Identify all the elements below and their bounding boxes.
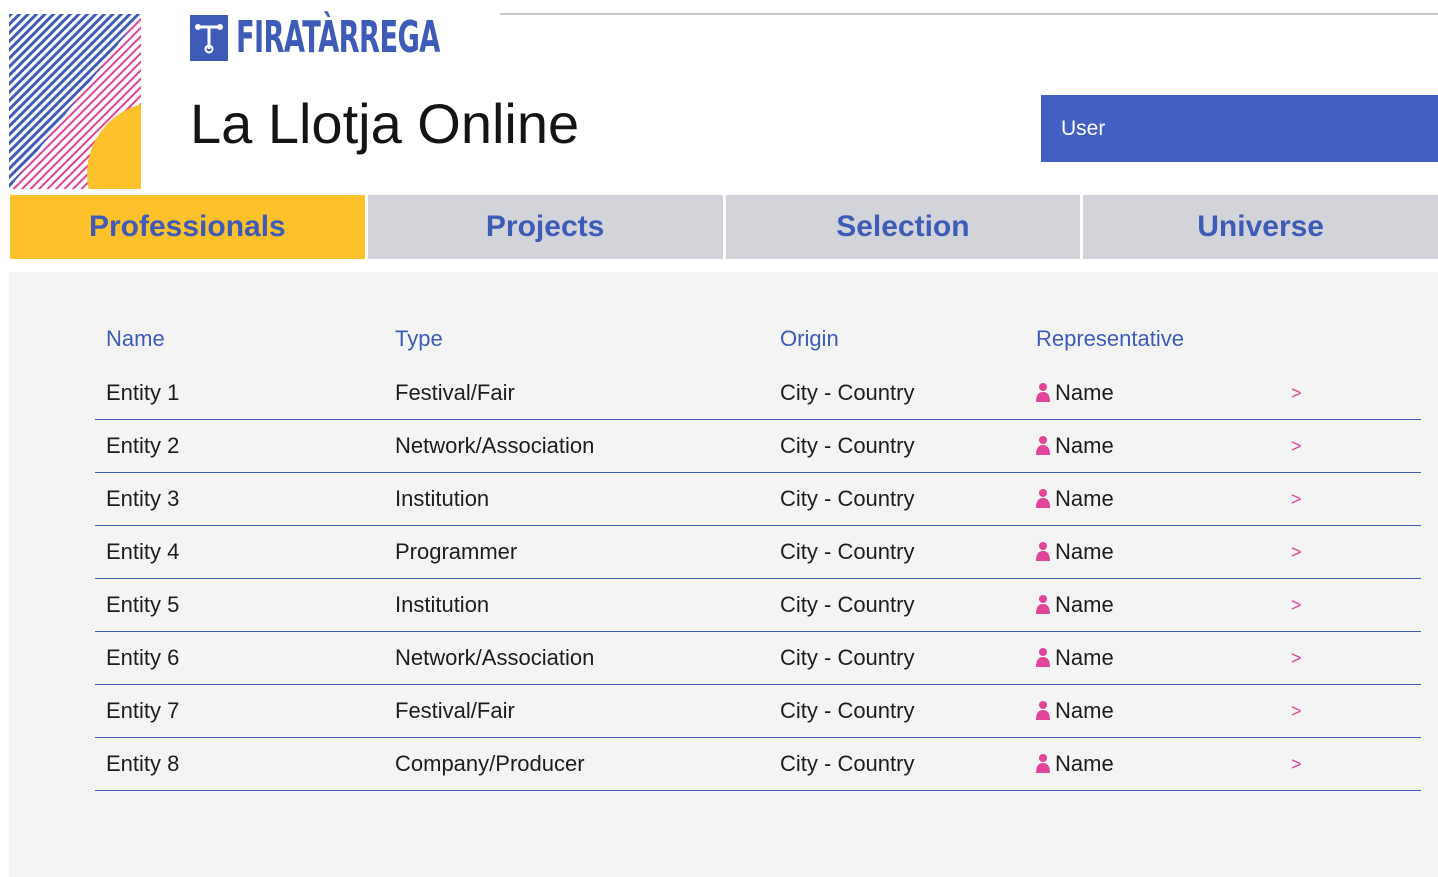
entity-representative[interactable]: Name — [1036, 685, 1114, 737]
logo-wordmark: FIRATÀRREGA — [236, 12, 440, 63]
chevron-right-icon[interactable]: > — [1291, 685, 1302, 737]
entity-name: Entity 7 — [106, 698, 180, 723]
person-icon — [1036, 489, 1050, 508]
entity-type: Programmer — [395, 539, 518, 564]
column-header-representative[interactable]: Representative — [1036, 326, 1184, 352]
entity-name: Entity 1 — [106, 380, 180, 405]
page-title: La Llotja Online — [190, 92, 580, 155]
tab-projects[interactable]: Projects — [367, 195, 723, 259]
tab-professionals[interactable]: Professionals — [10, 195, 365, 259]
entity-origin: City - Country — [780, 698, 915, 723]
chevron-right-icon[interactable]: > — [1291, 473, 1302, 525]
entity-type: Institution — [395, 486, 490, 511]
table-header: Name Type Origin Representative — [95, 320, 1421, 362]
tab-label: Projects — [485, 210, 605, 243]
user-label: User — [1061, 116, 1106, 140]
person-icon — [1036, 436, 1050, 455]
representative-name: Name — [1055, 645, 1114, 670]
entity-name: Entity 2 — [106, 433, 180, 458]
tab-label: Universe — [1197, 210, 1324, 243]
table-row[interactable]: Entity 5 Institution City - Country Name… — [95, 579, 1421, 632]
representative-name: Name — [1055, 486, 1114, 511]
entity-origin: City - Country — [780, 539, 915, 564]
tab-label: Professionals — [89, 210, 286, 243]
person-icon — [1036, 754, 1050, 773]
table-row[interactable]: Entity 8 Company/Producer City - Country… — [95, 738, 1421, 791]
entity-type: Festival/Fair — [395, 698, 515, 723]
entity-name: Entity 8 — [106, 751, 180, 776]
representative-name: Name — [1055, 698, 1114, 723]
entity-origin: City - Country — [780, 592, 915, 617]
entity-type: Institution — [395, 592, 490, 617]
representative-name: Name — [1055, 380, 1114, 405]
chevron-right-icon[interactable]: > — [1291, 738, 1302, 790]
representative-name: Name — [1055, 433, 1114, 458]
person-icon — [1036, 383, 1050, 402]
firatarrega-logo[interactable]: FIRATÀRREGA — [190, 14, 565, 62]
entity-origin: City - Country — [780, 486, 915, 511]
table-row[interactable]: Entity 6 Network/Association City - Coun… — [95, 632, 1421, 685]
tab-universe[interactable]: Universe — [1083, 195, 1438, 259]
entity-representative[interactable]: Name — [1036, 526, 1114, 578]
entity-origin: City - Country — [780, 751, 915, 776]
entity-representative[interactable]: Name — [1036, 738, 1114, 790]
representative-name: Name — [1055, 751, 1114, 776]
person-icon — [1036, 542, 1050, 561]
entity-type: Festival/Fair — [395, 380, 515, 405]
representative-name: Name — [1055, 539, 1114, 564]
main-tabs: Professionals Projects Selection Univers… — [10, 195, 1438, 259]
entity-representative[interactable]: Name — [1036, 632, 1114, 684]
tab-selection[interactable]: Selection — [725, 195, 1081, 259]
logo-mark-icon — [190, 15, 228, 61]
entity-name: Entity 3 — [106, 486, 180, 511]
chevron-right-icon[interactable]: > — [1291, 579, 1302, 631]
entity-name: Entity 4 — [106, 539, 180, 564]
header-divider — [500, 13, 1438, 15]
entity-name: Entity 5 — [106, 592, 180, 617]
column-header-origin[interactable]: Origin — [780, 326, 839, 352]
entity-representative[interactable]: Name — [1036, 579, 1114, 631]
entity-representative[interactable]: Name — [1036, 473, 1114, 525]
table-row[interactable]: Entity 4 Programmer City - Country Name … — [95, 526, 1421, 579]
user-menu-button[interactable]: User — [1041, 95, 1438, 162]
entity-type: Company/Producer — [395, 751, 585, 776]
table-row[interactable]: Entity 1 Festival/Fair City - Country Na… — [95, 367, 1421, 420]
entity-type: Network/Association — [395, 645, 595, 670]
chevron-right-icon[interactable]: > — [1291, 632, 1302, 684]
decorative-pattern — [9, 14, 141, 189]
entity-representative[interactable]: Name — [1036, 420, 1114, 472]
person-icon — [1036, 648, 1050, 667]
table-row[interactable]: Entity 7 Festival/Fair City - Country Na… — [95, 685, 1421, 738]
entity-type: Network/Association — [395, 433, 595, 458]
entity-origin: City - Country — [780, 433, 915, 458]
chevron-right-icon[interactable]: > — [1291, 367, 1302, 419]
column-header-type[interactable]: Type — [395, 326, 443, 352]
professionals-panel: Name Type Origin Representative Entity 1… — [9, 272, 1438, 877]
entity-origin: City - Country — [780, 645, 915, 670]
chevron-right-icon[interactable]: > — [1291, 420, 1302, 472]
entity-table: Entity 1 Festival/Fair City - Country Na… — [95, 367, 1421, 791]
entity-origin: City - Country — [780, 380, 915, 405]
table-row[interactable]: Entity 3 Institution City - Country Name… — [95, 473, 1421, 526]
entity-name: Entity 6 — [106, 645, 180, 670]
chevron-right-icon[interactable]: > — [1291, 526, 1302, 578]
column-header-name[interactable]: Name — [106, 326, 165, 352]
representative-name: Name — [1055, 592, 1114, 617]
table-row[interactable]: Entity 2 Network/Association City - Coun… — [95, 420, 1421, 473]
person-icon — [1036, 595, 1050, 614]
person-icon — [1036, 701, 1050, 720]
tab-label: Selection — [836, 210, 970, 243]
entity-representative[interactable]: Name — [1036, 367, 1114, 419]
